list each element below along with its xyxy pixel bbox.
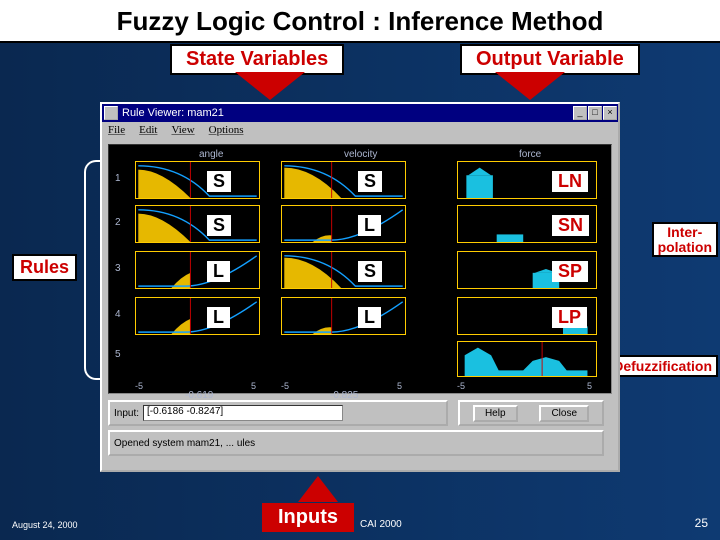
mf-label: L bbox=[358, 215, 381, 236]
mf-label: S bbox=[358, 171, 382, 192]
row-number: 1 bbox=[115, 173, 121, 184]
row-number: 4 bbox=[115, 309, 121, 320]
maximize-button[interactable]: □ bbox=[588, 106, 602, 120]
menu-view[interactable]: View bbox=[171, 124, 194, 138]
close-button[interactable]: × bbox=[603, 106, 617, 120]
mf-cell bbox=[281, 161, 406, 199]
menu-edit[interactable]: Edit bbox=[139, 124, 157, 138]
col-header-force: force bbox=[519, 149, 541, 160]
interpolation-label: Inter-polation bbox=[652, 222, 718, 257]
mf-cell bbox=[135, 297, 260, 335]
tick-label: -5 bbox=[281, 381, 289, 391]
app-icon bbox=[104, 106, 118, 120]
window-title: Rule Viewer: mam21 bbox=[122, 107, 224, 119]
out-label: LP bbox=[552, 307, 587, 328]
page-number: 25 bbox=[695, 516, 708, 530]
menu-options[interactable]: Options bbox=[209, 124, 244, 138]
mf-label: L bbox=[207, 261, 230, 282]
close-button[interactable]: Close bbox=[539, 405, 589, 422]
help-button[interactable]: Help bbox=[473, 405, 518, 422]
bottom-panel: Input: [-0.6186 -0.8247] Help Close Open… bbox=[108, 400, 612, 464]
mf-cell bbox=[135, 251, 260, 289]
mf-label: L bbox=[207, 307, 230, 328]
value-label: -0.825 bbox=[330, 390, 358, 401]
value-label: -0.619 bbox=[185, 390, 213, 401]
row-number: 3 bbox=[115, 263, 121, 274]
out-label: SN bbox=[552, 215, 589, 236]
minimize-button[interactable]: _ bbox=[573, 106, 587, 120]
aggregate-output-cell bbox=[457, 341, 597, 377]
col-header-velocity: velocity bbox=[344, 149, 377, 160]
out-label: LN bbox=[552, 171, 588, 192]
defuzzification-label: Defuzzification bbox=[607, 355, 718, 377]
slide-title: Fuzzy Logic Control : Inference Method bbox=[0, 0, 720, 43]
down-arrow-icon bbox=[495, 72, 565, 100]
input-label: Input: bbox=[114, 408, 139, 419]
title-bar[interactable]: Rule Viewer: mam21 _ □ × bbox=[102, 104, 618, 122]
tick-label: 5 bbox=[587, 381, 592, 391]
mf-label: S bbox=[207, 171, 231, 192]
mf-cell bbox=[135, 161, 260, 199]
tick-label: 5 bbox=[397, 381, 402, 391]
state-variables-label: State Variables bbox=[170, 44, 344, 75]
tick-label: 5 bbox=[251, 381, 256, 391]
mf-label: S bbox=[358, 261, 382, 282]
footer-date: August 24, 2000 bbox=[12, 520, 78, 530]
mf-cell bbox=[281, 297, 406, 335]
menu-file[interactable]: File bbox=[108, 124, 125, 138]
inputs-label: Inputs bbox=[262, 503, 354, 532]
mf-label: S bbox=[207, 215, 231, 236]
out-label: SP bbox=[552, 261, 588, 282]
tick-label: -5 bbox=[457, 381, 465, 391]
menu-bar: File Edit View Options bbox=[102, 122, 618, 140]
up-arrow-icon bbox=[298, 476, 338, 502]
mf-cell bbox=[281, 205, 406, 243]
down-arrow-icon bbox=[235, 72, 305, 100]
output-variable-label: Output Variable bbox=[460, 44, 640, 75]
tick-label: -5 bbox=[135, 381, 143, 391]
footer-mid: CAI 2000 bbox=[360, 519, 402, 530]
col-header-angle: angle bbox=[199, 149, 223, 160]
mf-cell bbox=[135, 205, 260, 243]
row-number: 2 bbox=[115, 217, 121, 228]
status-text: Opened system mam21, ... ules bbox=[114, 438, 255, 449]
row-number: 5 bbox=[115, 349, 121, 360]
input-field[interactable]: [-0.6186 -0.8247] bbox=[143, 405, 343, 421]
mf-label: L bbox=[358, 307, 381, 328]
mf-cell bbox=[281, 251, 406, 289]
rules-label: Rules bbox=[12, 254, 77, 281]
rule-viewer-window: Rule Viewer: mam21 _ □ × File Edit View … bbox=[100, 102, 620, 472]
